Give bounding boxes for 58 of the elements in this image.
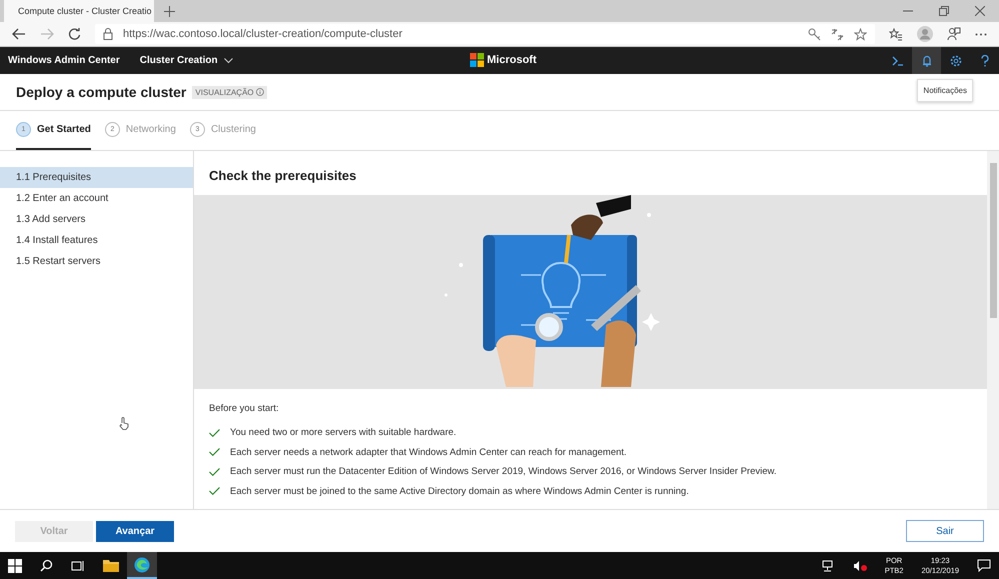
star-icon[interactable] xyxy=(854,28,867,40)
notification-center-icon[interactable] xyxy=(977,559,991,572)
checkmark-icon xyxy=(209,468,220,476)
bell-icon xyxy=(922,54,932,66)
next-button[interactable]: Avançar xyxy=(96,520,174,542)
nav-item[interactable]: 1.4 Install features xyxy=(0,230,193,251)
preview-badge: VISUALIZAÇÃO xyxy=(192,86,267,98)
checkmark-icon xyxy=(209,448,220,456)
refresh-icon[interactable] xyxy=(68,28,81,40)
favorites-icon[interactable] xyxy=(889,28,903,40)
nav-item[interactable]: 1.1 Prerequisites xyxy=(0,167,193,188)
cursor-icon xyxy=(119,417,129,430)
notifications-button[interactable] xyxy=(912,47,941,74)
start-icon[interactable] xyxy=(8,558,22,572)
gear-icon xyxy=(950,54,962,66)
browser-tab[interactable]: Compute cluster - Cluster Creatio xyxy=(4,0,154,22)
checkmark-icon xyxy=(209,428,220,437)
checkmark-icon xyxy=(209,487,220,496)
browser-taskbar-button[interactable] xyxy=(127,552,157,579)
folder-icon[interactable] xyxy=(103,559,119,572)
key-icon[interactable] xyxy=(808,28,821,40)
browser-logo-icon xyxy=(134,556,150,572)
task-view-icon[interactable] xyxy=(71,560,85,572)
address-field[interactable]: https://wac.contoso.local/cluster-creation/compute-cluster xyxy=(95,24,875,44)
restore-icon[interactable] xyxy=(939,6,949,16)
app-name[interactable]: Windows Admin Center xyxy=(0,55,120,66)
checklist-item: Each server must run the Datacenter Edition of Windows Server 2019, Windows Server 2016, or Windows Server Insider Preview. xyxy=(230,466,776,478)
info-icon xyxy=(256,88,264,96)
context-dropdown[interactable]: Cluster Creation xyxy=(140,55,233,66)
page-title: Deploy a compute cluster xyxy=(16,84,186,100)
close-icon[interactable] xyxy=(975,6,985,16)
nav-item[interactable]: 1.5 Restart servers xyxy=(0,251,193,272)
lock-icon xyxy=(103,28,113,40)
search-icon[interactable] xyxy=(40,559,53,572)
scrollbar[interactable] xyxy=(987,151,999,509)
section-heading: Check the prerequisites xyxy=(208,167,358,185)
more-icon[interactable] xyxy=(975,32,987,36)
checklist-item: You need two or more servers with suitable hardware. xyxy=(230,427,456,438)
back-icon[interactable] xyxy=(12,28,26,40)
nav-item[interactable]: 1.2 Enter an account xyxy=(0,188,193,209)
translate-icon[interactable] xyxy=(831,28,844,40)
checklist-item: Each server must be joined to the same Active Directory domain as where Windows Admin Center is running. xyxy=(230,486,689,497)
checklist-item: Each server needs a network adapter that Windows Admin Center can reach for management. xyxy=(230,446,627,458)
brand-name: Microsoft xyxy=(487,54,536,66)
intro-text: Before you start: xyxy=(209,403,280,414)
help-icon xyxy=(980,54,988,66)
logo-icon xyxy=(470,53,484,67)
chevron-down-icon xyxy=(224,58,233,64)
exit-button[interactable]: Sair xyxy=(906,520,984,542)
terminal-icon xyxy=(892,56,904,66)
volume-muted-icon[interactable] xyxy=(852,560,867,572)
feedback-icon[interactable] xyxy=(947,27,961,41)
new-tab-icon[interactable] xyxy=(164,6,175,16)
profile-avatar-icon[interactable] xyxy=(917,26,933,42)
notifications-tooltip: Notificações xyxy=(917,79,973,102)
network-icon[interactable] xyxy=(822,560,835,572)
tab-title: Compute cluster - Cluster Creatio xyxy=(18,6,152,16)
nav-item[interactable]: 1.3 Add servers xyxy=(0,209,193,230)
